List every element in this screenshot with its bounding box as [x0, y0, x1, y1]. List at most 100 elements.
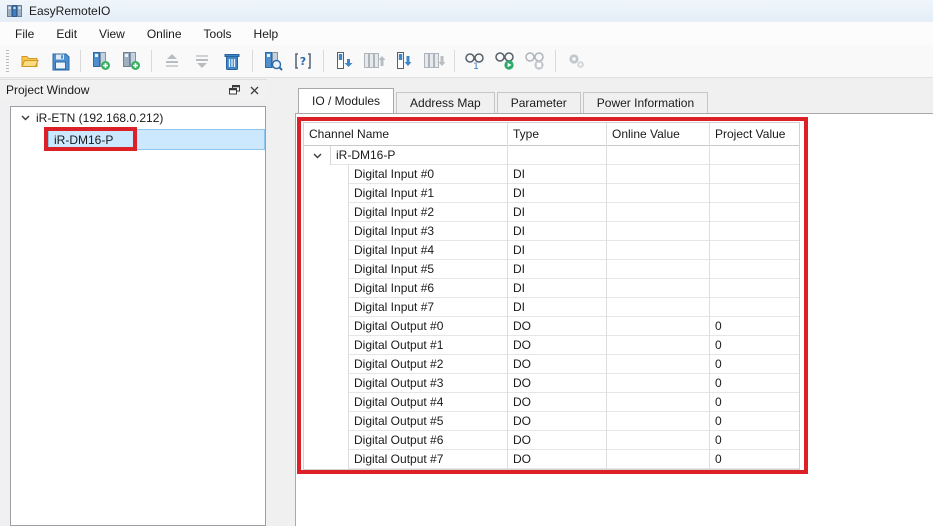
- project-value-cell[interactable]: [710, 165, 799, 184]
- online-value-cell[interactable]: [607, 203, 710, 222]
- online-value-cell[interactable]: [607, 279, 710, 298]
- project-value-cell[interactable]: [710, 222, 799, 241]
- project-value-cell[interactable]: [710, 279, 799, 298]
- toolbar-drag-handle[interactable]: [6, 50, 9, 72]
- type-cell: DO: [508, 336, 607, 355]
- menu-tools[interactable]: Tools: [193, 24, 243, 44]
- project-value-cell[interactable]: [710, 260, 799, 279]
- channel-name-text: iR-DM16-P: [336, 148, 396, 162]
- table-row[interactable]: Digital Output #2 DO 0: [304, 355, 799, 374]
- tree-item-ir-dm16p-selected[interactable]: iR-DM16-P: [48, 129, 265, 150]
- settings-button[interactable]: [561, 48, 591, 75]
- online-value-cell[interactable]: [607, 260, 710, 279]
- project-value-cell[interactable]: [710, 298, 799, 317]
- monitor-stop-button[interactable]: [520, 48, 550, 75]
- tab-address-map[interactable]: Address Map: [396, 92, 495, 113]
- online-value-cell[interactable]: [607, 393, 710, 412]
- table-row[interactable]: Digital Input #6 DI: [304, 279, 799, 298]
- online-value-cell[interactable]: [607, 355, 710, 374]
- online-value-cell[interactable]: [607, 184, 710, 203]
- table-row[interactable]: Digital Input #2 DI: [304, 203, 799, 222]
- channel-name-text: Digital Input #4: [354, 243, 435, 257]
- tab-io-modules[interactable]: IO / Modules: [298, 88, 395, 113]
- add-module-button[interactable]: [86, 48, 116, 75]
- table-row[interactable]: iR-DM16-P: [304, 146, 799, 165]
- table-row[interactable]: Digital Output #1 DO 0: [304, 336, 799, 355]
- online-value-cell[interactable]: [607, 374, 710, 393]
- table-row[interactable]: Digital Input #0 DI: [304, 165, 799, 184]
- float-panel-button[interactable]: [226, 82, 243, 98]
- online-value-cell[interactable]: [607, 431, 710, 450]
- row-indent-gutter: [304, 146, 330, 165]
- monitor-start-button[interactable]: [490, 48, 520, 75]
- online-value-cell[interactable]: [607, 146, 710, 165]
- table-row[interactable]: Digital Input #5 DI: [304, 260, 799, 279]
- project-value-cell[interactable]: 0: [710, 355, 799, 374]
- tree-expander-icon[interactable]: [18, 115, 32, 121]
- connect-one-button[interactable]: 1: [460, 48, 490, 75]
- menu-online[interactable]: Online: [136, 24, 193, 44]
- module-diagnostic-button[interactable]: ?: [288, 48, 318, 75]
- move-down-icon: [196, 55, 208, 68]
- online-value-cell[interactable]: [607, 412, 710, 431]
- save-project-button[interactable]: [45, 48, 75, 75]
- menu-view[interactable]: View: [88, 24, 136, 44]
- online-value-cell[interactable]: [607, 241, 710, 260]
- table-row[interactable]: Digital Input #7 DI: [304, 298, 799, 317]
- table-row[interactable]: Digital Output #0 DO 0: [304, 317, 799, 336]
- row-indent-gutter: [304, 260, 348, 279]
- project-value-cell[interactable]: [710, 184, 799, 203]
- project-value-cell[interactable]: 0: [710, 336, 799, 355]
- menu-help[interactable]: Help: [243, 24, 290, 44]
- table-header-row: Channel Name Type Online Value Project V…: [304, 123, 799, 146]
- project-value-cell[interactable]: [710, 203, 799, 222]
- online-value-cell[interactable]: [607, 165, 710, 184]
- project-value-cell[interactable]: [710, 241, 799, 260]
- online-value-cell[interactable]: [607, 450, 710, 469]
- project-value-cell[interactable]: 0: [710, 450, 799, 469]
- table-row[interactable]: Digital Input #4 DI: [304, 241, 799, 260]
- upload-module-button[interactable]: [329, 48, 359, 75]
- table-row[interactable]: Digital Output #7 DO 0: [304, 450, 799, 469]
- delete-module-button[interactable]: [217, 48, 247, 75]
- online-value-cell[interactable]: [607, 298, 710, 317]
- project-value-cell[interactable]: 0: [710, 431, 799, 450]
- table-row[interactable]: Digital Output #6 DO 0: [304, 431, 799, 450]
- tab-power-information[interactable]: Power Information: [582, 92, 709, 113]
- settings-icon: [569, 54, 584, 68]
- table-row[interactable]: Digital Output #4 DO 0: [304, 393, 799, 412]
- project-value-cell[interactable]: 0: [710, 412, 799, 431]
- table-row[interactable]: Digital Input #3 DI: [304, 222, 799, 241]
- tree-item-ir-etn[interactable]: iR-ETN (192.168.0.212): [11, 107, 265, 128]
- download-module-button[interactable]: [389, 48, 419, 75]
- type-cell: DO: [508, 355, 607, 374]
- row-expander-icon[interactable]: [313, 153, 322, 159]
- move-down-button[interactable]: [187, 48, 217, 75]
- scan-module-button[interactable]: [258, 48, 288, 75]
- download-all-button[interactable]: [419, 48, 449, 75]
- project-value-cell[interactable]: 0: [710, 374, 799, 393]
- table-row[interactable]: Digital Input #1 DI: [304, 184, 799, 203]
- upload-all-button[interactable]: [359, 48, 389, 75]
- insert-module-button[interactable]: [116, 48, 146, 75]
- type-cell: DI: [508, 165, 607, 184]
- project-value-cell[interactable]: [710, 146, 799, 165]
- table-row[interactable]: Digital Output #5 DO 0: [304, 412, 799, 431]
- online-value-cell[interactable]: [607, 222, 710, 241]
- online-value-cell[interactable]: [607, 317, 710, 336]
- toolbar-separator: [454, 50, 455, 72]
- table-body: iR-DM16-P Digital Input #0 DI Digital In…: [304, 146, 799, 469]
- menu-file[interactable]: File: [4, 24, 45, 44]
- menu-edit[interactable]: Edit: [45, 24, 88, 44]
- online-value-cell[interactable]: [607, 336, 710, 355]
- type-cell: DO: [508, 431, 607, 450]
- move-up-button[interactable]: [157, 48, 187, 75]
- project-value-cell[interactable]: 0: [710, 393, 799, 412]
- close-panel-button[interactable]: [246, 82, 263, 98]
- tab-parameter[interactable]: Parameter: [496, 92, 581, 113]
- open-project-button[interactable]: [15, 48, 45, 75]
- row-indent-gutter: [304, 298, 348, 317]
- project-value-cell[interactable]: 0: [710, 317, 799, 336]
- table-row[interactable]: Digital Output #3 DO 0: [304, 374, 799, 393]
- row-indent-gutter: [304, 355, 348, 374]
